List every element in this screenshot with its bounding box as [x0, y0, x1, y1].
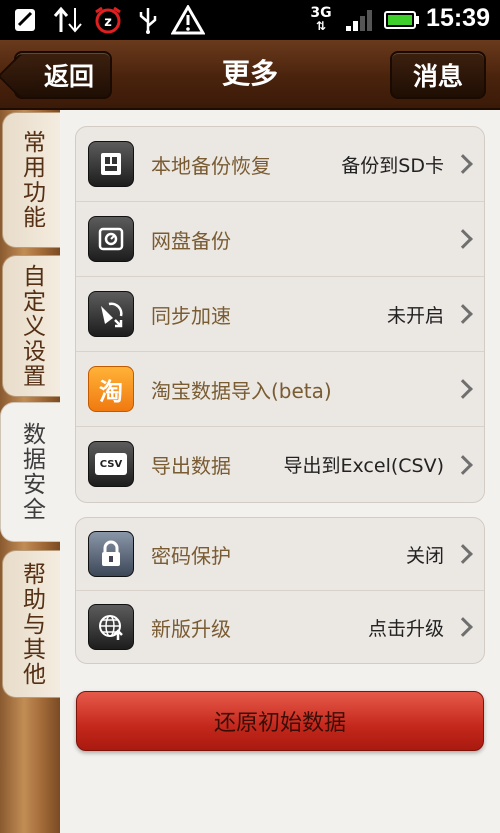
row-label: 导出数据: [151, 454, 231, 478]
list-item-password-protection[interactable]: 密码保护 关闭: [76, 518, 484, 591]
tab-help-other[interactable]: 帮助与其他: [2, 550, 60, 698]
warning-icon: [170, 5, 206, 35]
tab-label: 自定义设置: [18, 263, 45, 389]
svg-text:z: z: [104, 15, 112, 30]
row-label: 网盘备份: [151, 228, 231, 253]
chevron-right-icon: [453, 454, 473, 475]
row-label: 同步加速: [151, 303, 231, 328]
chevron-right-icon: [453, 154, 473, 174]
local-backup-icon: [88, 141, 134, 187]
chevron-right-icon: [453, 379, 473, 399]
chevron-right-icon: [453, 229, 473, 249]
list-item-sync-speedup[interactable]: 同步加速 未开启: [76, 277, 484, 352]
row-label: 本地备份恢复: [151, 153, 271, 178]
row-label: 淘宝数据导入(beta): [151, 378, 332, 403]
data-transfer-icon: [50, 6, 86, 34]
list-item-export-data[interactable]: CSV 导出数据 导出到Excel(CSV): [76, 427, 484, 502]
taobao-icon-glyph: 淘: [99, 377, 123, 406]
lock-icon: [88, 531, 134, 577]
tab-label: 数据安全: [18, 422, 45, 522]
list-item-version-upgrade[interactable]: 新版升级 点击升级: [76, 591, 484, 663]
battery-icon: [384, 6, 420, 34]
security-group: 密码保护 关闭 新版升级 点击升级: [75, 517, 485, 664]
taobao-icon: 淘: [88, 366, 134, 412]
tab-data-security[interactable]: 数据安全: [0, 402, 62, 542]
list-item-taobao-import[interactable]: 淘 淘宝数据导入(beta): [76, 352, 484, 427]
row-value: 关闭: [405, 544, 444, 567]
chevron-right-icon: [453, 617, 473, 637]
restore-defaults-button[interactable]: 还原初始数据: [76, 691, 484, 751]
tab-custom-settings[interactable]: 自定义设置: [2, 255, 60, 397]
title-bar: 返回 更多 消息: [0, 40, 500, 110]
tab-label: 帮助与其他: [18, 561, 45, 687]
row-label: 新版升级: [151, 616, 231, 641]
tab-common-functions[interactable]: 常用功能: [2, 112, 60, 248]
row-value: 点击升级: [367, 617, 444, 640]
globe-upgrade-icon: [88, 604, 134, 650]
data-backup-group: 本地备份恢复 备份到SD卡 网盘备份 同步加速 未开启 淘 淘宝数据导入(bet…: [75, 126, 485, 503]
signal-icon: [344, 6, 376, 34]
chevron-right-icon: [453, 304, 473, 324]
row-value: 备份到SD卡: [341, 154, 444, 177]
list-item-local-backup[interactable]: 本地备份恢复 备份到SD卡: [76, 127, 484, 202]
tab-label: 常用功能: [18, 130, 45, 230]
main-content: 本地备份恢复 备份到SD卡 网盘备份 同步加速 未开启 淘 淘宝数据导入(bet…: [60, 110, 500, 833]
status-bar: z 3G ⇅ 15:39: [0, 0, 500, 40]
status-time: 15:39: [426, 4, 490, 32]
messages-button[interactable]: 消息: [390, 51, 486, 99]
row-value: 导出到Excel(CSV): [283, 455, 444, 477]
usb-icon: [133, 6, 163, 34]
sidebar: 常用功能 自定义设置 数据安全 帮助与其他: [0, 110, 62, 833]
alarm-clock-icon: z: [90, 6, 126, 34]
sd-card-icon: [10, 6, 40, 34]
cloud-drive-icon: [88, 216, 134, 262]
csv-export-icon: CSV: [88, 441, 134, 487]
csv-icon-glyph: CSV: [99, 458, 123, 470]
chevron-right-icon: [453, 544, 473, 564]
network-type: 3G ⇅: [310, 5, 332, 33]
satellite-sync-icon: [88, 291, 134, 337]
list-item-cloud-backup[interactable]: 网盘备份: [76, 202, 484, 277]
row-label: 密码保护: [151, 543, 231, 568]
row-value: 未开启: [386, 304, 444, 327]
